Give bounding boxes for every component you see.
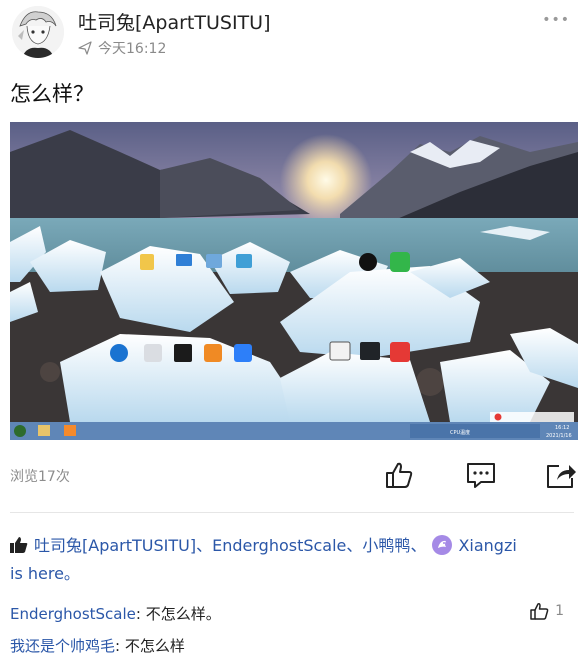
liker-name[interactable]: EnderghostScale bbox=[212, 536, 346, 555]
comment-text: 不怎么样 bbox=[124, 637, 185, 655]
post-time-row: 今天16:12 bbox=[78, 38, 166, 58]
post-text: 怎么样？ bbox=[10, 82, 94, 106]
liker-name[interactable]: 吐司兔[ApartTUSITU] bbox=[34, 536, 196, 555]
comment-item: EnderghostScale: 不怎么样。 bbox=[10, 605, 221, 623]
comment-like-button[interactable]: 1 bbox=[529, 601, 564, 621]
share-icon bbox=[547, 465, 576, 488]
taskbar-date: 2021/1/16 bbox=[546, 433, 572, 439]
thumbs-up-icon bbox=[386, 462, 413, 488]
avatar[interactable] bbox=[12, 6, 64, 58]
comment-author[interactable]: EnderghostScale bbox=[10, 605, 136, 623]
comment-like-count: 1 bbox=[555, 603, 564, 619]
comment-author[interactable]: 我还是个帅鸡毛 bbox=[10, 637, 115, 655]
comment-item: 我还是个帅鸡毛: 不怎么样 bbox=[10, 637, 185, 655]
attached-screenshot[interactable]: CPU温度 16:12 2021/1/16 bbox=[10, 122, 578, 440]
post-time: 今天16:12 bbox=[98, 41, 167, 57]
paper-plane-icon bbox=[78, 41, 92, 55]
post-header: 吐司兔[ApartTUSITU] 今天16:12 ••• bbox=[0, 0, 584, 62]
liker-name[interactable]: Xiangzi bbox=[458, 536, 516, 555]
liker-name[interactable]: 小鸭鸭 bbox=[362, 536, 410, 555]
more-options-icon[interactable]: ••• bbox=[542, 12, 570, 28]
post-stats-row: 浏览17次 bbox=[0, 450, 584, 500]
like-button[interactable] bbox=[382, 458, 416, 492]
comment-button[interactable] bbox=[464, 458, 498, 492]
thumbs-up-icon bbox=[530, 603, 549, 620]
share-button[interactable] bbox=[544, 458, 578, 492]
comment-text: 不怎么样。 bbox=[145, 605, 221, 623]
tray-cpu-label: CPU温度 bbox=[450, 429, 470, 436]
view-count: 浏览17次 bbox=[10, 469, 70, 485]
thumbs-up-filled-icon bbox=[10, 537, 28, 553]
likes-suffix: is here。 bbox=[10, 564, 80, 583]
user-badge-icon bbox=[432, 535, 453, 555]
taskbar-clock: 16:12 bbox=[555, 425, 569, 431]
desktop-screenshot-image: CPU温度 16:12 2021/1/16 bbox=[10, 122, 578, 440]
comment-bubble-icon bbox=[467, 463, 495, 488]
post-author-name[interactable]: 吐司兔[ApartTUSITU] bbox=[78, 8, 270, 35]
section-divider bbox=[10, 512, 574, 513]
likes-list: 吐司兔[ApartTUSITU]、EnderghostScale、小鸭鸭、 Xia… bbox=[10, 535, 517, 583]
